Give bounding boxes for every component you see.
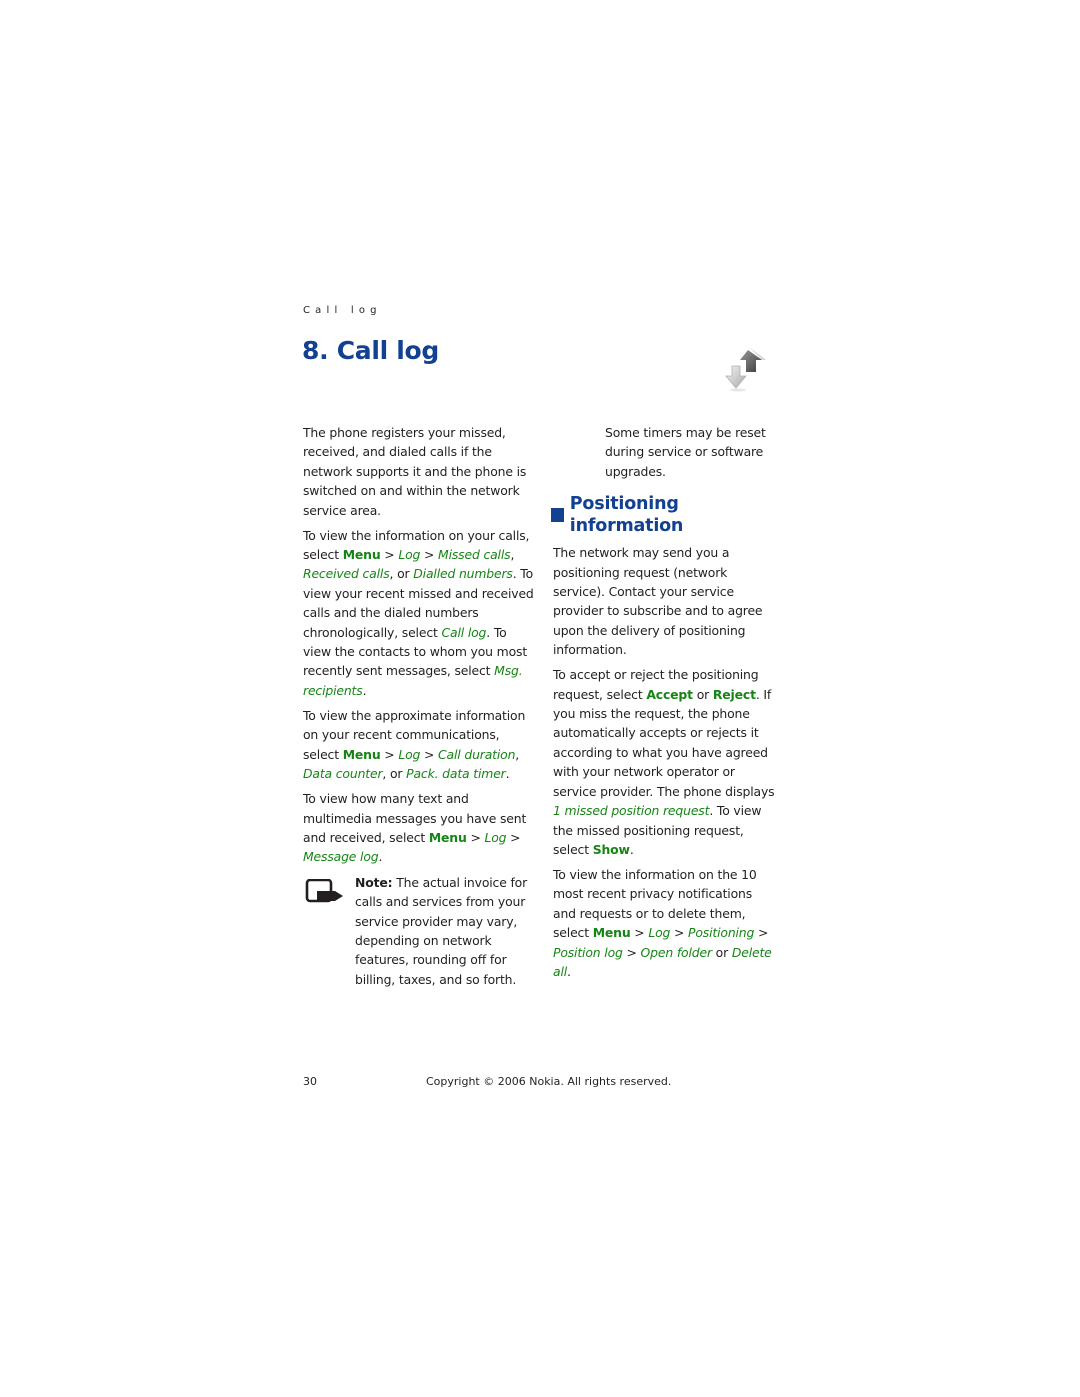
open-folder-link: Open folder — [640, 944, 713, 960]
copyright: Copyright © 2006 Nokia. All rights reser… — [426, 1075, 672, 1088]
call-log-arrows-icon — [725, 348, 766, 392]
right-column: Some timers may be reset during service … — [551, 423, 778, 987]
missed-calls-link: Missed calls — [438, 547, 511, 563]
section-title-positioning: Positioning information — [551, 493, 778, 537]
view-calls-paragraph: To view the information on your calls, s… — [303, 527, 534, 698]
dialled-numbers-link: Dialled numbers — [413, 566, 513, 582]
menu-link: Menu — [592, 925, 631, 941]
show-link: Show — [592, 841, 630, 857]
menu-link: Menu — [342, 547, 381, 563]
note-label: Note: — [355, 874, 393, 890]
reject-link: Reject — [712, 686, 756, 702]
pack-data-timer-link: Pack. data timer — [406, 766, 506, 782]
call-duration-link: Call duration — [438, 746, 516, 762]
communications-paragraph: To view the approximate information on y… — [303, 707, 526, 782]
note-continued: Some timers may be reset during service … — [605, 425, 766, 479]
log-link: Log — [484, 829, 507, 845]
message-log-link: Message log — [303, 849, 379, 865]
page-number: 30 — [303, 1075, 317, 1088]
messages-paragraph: To view how many text and multimedia mes… — [303, 791, 527, 865]
position-log-link: Position log — [553, 944, 623, 960]
section-bullet-icon — [551, 508, 564, 523]
left-column: The phone registers your missed, receive… — [303, 423, 535, 989]
note-hand-icon — [305, 878, 343, 903]
call-log-link: Call log — [441, 624, 487, 640]
accept-reject-paragraph: To accept or reject the positioning requ… — [553, 667, 775, 857]
menu-link: Menu — [342, 746, 381, 762]
missed-position-request-text: 1 missed position request — [553, 803, 710, 819]
privacy-paragraph: To view the information on the 10 most r… — [553, 866, 772, 979]
note-text: The actual invoice for calls and service… — [355, 874, 528, 987]
intro-paragraph: The phone registers your missed, receive… — [303, 425, 527, 518]
positioning-intro-paragraph: The network may send you a positioning r… — [553, 545, 763, 658]
log-link: Log — [648, 925, 671, 941]
data-counter-link: Data counter — [303, 766, 383, 782]
running-head: Call log — [303, 305, 382, 316]
received-calls-link: Received calls — [303, 566, 390, 582]
log-link: Log — [398, 547, 421, 563]
menu-link: Menu — [428, 829, 467, 845]
accept-link: Accept — [646, 686, 693, 702]
chapter-title: 8. Call log — [302, 336, 439, 365]
log-link: Log — [398, 746, 421, 762]
positioning-link: Positioning — [688, 925, 755, 941]
note-block: Note: The actual invoice for calls and s… — [303, 873, 535, 989]
